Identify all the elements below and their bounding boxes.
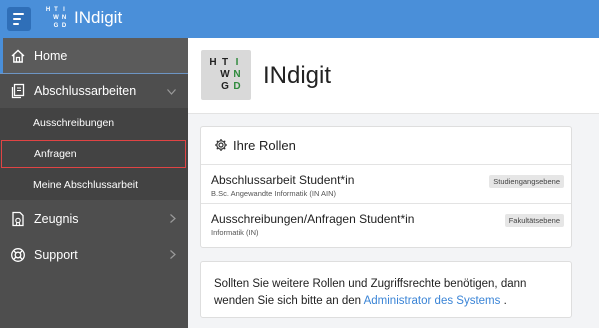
lifebuoy-icon bbox=[9, 246, 27, 264]
role-subtitle: B.Sc. Angewandte Informatik (IN AIN) bbox=[211, 189, 337, 198]
sidebar-item-label: Home bbox=[34, 49, 68, 63]
documents-icon bbox=[9, 82, 27, 100]
certificate-icon bbox=[9, 210, 27, 228]
htwg-indigit-logo: H T I W N G D bbox=[201, 50, 251, 100]
gear-icon bbox=[214, 138, 228, 152]
sidebar-subitem-label: Meine Abschlussarbeit bbox=[33, 179, 139, 191]
sidebar: Home Abschlussarbeiten Ausschreibungen A… bbox=[0, 38, 188, 328]
hamburger-line bbox=[13, 18, 21, 20]
sidebar-item-zeugnis[interactable]: Zeugnis bbox=[0, 201, 188, 237]
page-hero: H T I W N G D INdigit bbox=[188, 38, 599, 114]
top-bar: H T I W N G D INdigit bbox=[0, 0, 599, 38]
app-title[interactable]: INdigit bbox=[74, 8, 122, 28]
chevron-right-icon[interactable] bbox=[170, 212, 176, 226]
sidebar-item-home[interactable]: Home bbox=[0, 38, 188, 74]
sidebar-item-label: Support bbox=[34, 248, 78, 262]
administrator-link[interactable]: Administrator des Systems bbox=[364, 295, 501, 307]
roles-card: Ihre Rollen Abschlussarbeit Student*in B… bbox=[200, 126, 572, 248]
sidebar-item-support[interactable]: Support bbox=[0, 237, 188, 273]
role-row: Abschlussarbeit Student*in B.Sc. Angewan… bbox=[201, 166, 571, 204]
htwg-logo[interactable]: H T I W N G D bbox=[44, 6, 70, 32]
sidebar-subitem-label: Ausschreibungen bbox=[33, 117, 115, 129]
hamburger-line bbox=[13, 13, 24, 15]
role-level-badge: Fakultätsebene bbox=[504, 214, 564, 227]
sidebar-item-label: Abschlussarbeiten bbox=[34, 84, 137, 98]
sidebar-item-abschlussarbeiten[interactable]: Abschlussarbeiten bbox=[0, 74, 188, 108]
info-text: Sollten Sie weitere Rollen und Zugriffsr… bbox=[214, 278, 527, 307]
sidebar-subitem-anfragen[interactable]: Anfragen bbox=[1, 140, 186, 168]
sidebar-subitem-ausschreibungen[interactable]: Ausschreibungen bbox=[0, 108, 188, 138]
role-level-badge: Studiengangsebene bbox=[489, 175, 564, 188]
roles-card-header: Ihre Rollen bbox=[201, 127, 571, 165]
sidebar-subitem-label: Anfragen bbox=[34, 148, 77, 160]
chevron-right-icon[interactable] bbox=[170, 248, 176, 262]
sidebar-item-label: Zeugnis bbox=[34, 212, 79, 226]
roles-card-title: Ihre Rollen bbox=[233, 138, 296, 153]
info-card: Sollten Sie weitere Rollen und Zugriffsr… bbox=[200, 261, 572, 318]
role-title: Ausschreibungen/Anfragen Student*in bbox=[211, 212, 415, 226]
sidebar-subitem-meine-abschlussarbeit[interactable]: Meine Abschlussarbeit bbox=[0, 170, 188, 200]
chevron-down-icon[interactable] bbox=[167, 84, 176, 98]
role-subtitle: Informatik (IN) bbox=[211, 228, 259, 237]
home-icon bbox=[9, 47, 27, 65]
menu-toggle-button[interactable] bbox=[7, 7, 31, 31]
hamburger-line bbox=[13, 23, 19, 25]
page-title: INdigit bbox=[263, 62, 332, 89]
role-title: Abschlussarbeit Student*in bbox=[211, 173, 355, 187]
role-row: Ausschreibungen/Anfragen Student*in Info… bbox=[201, 205, 571, 243]
